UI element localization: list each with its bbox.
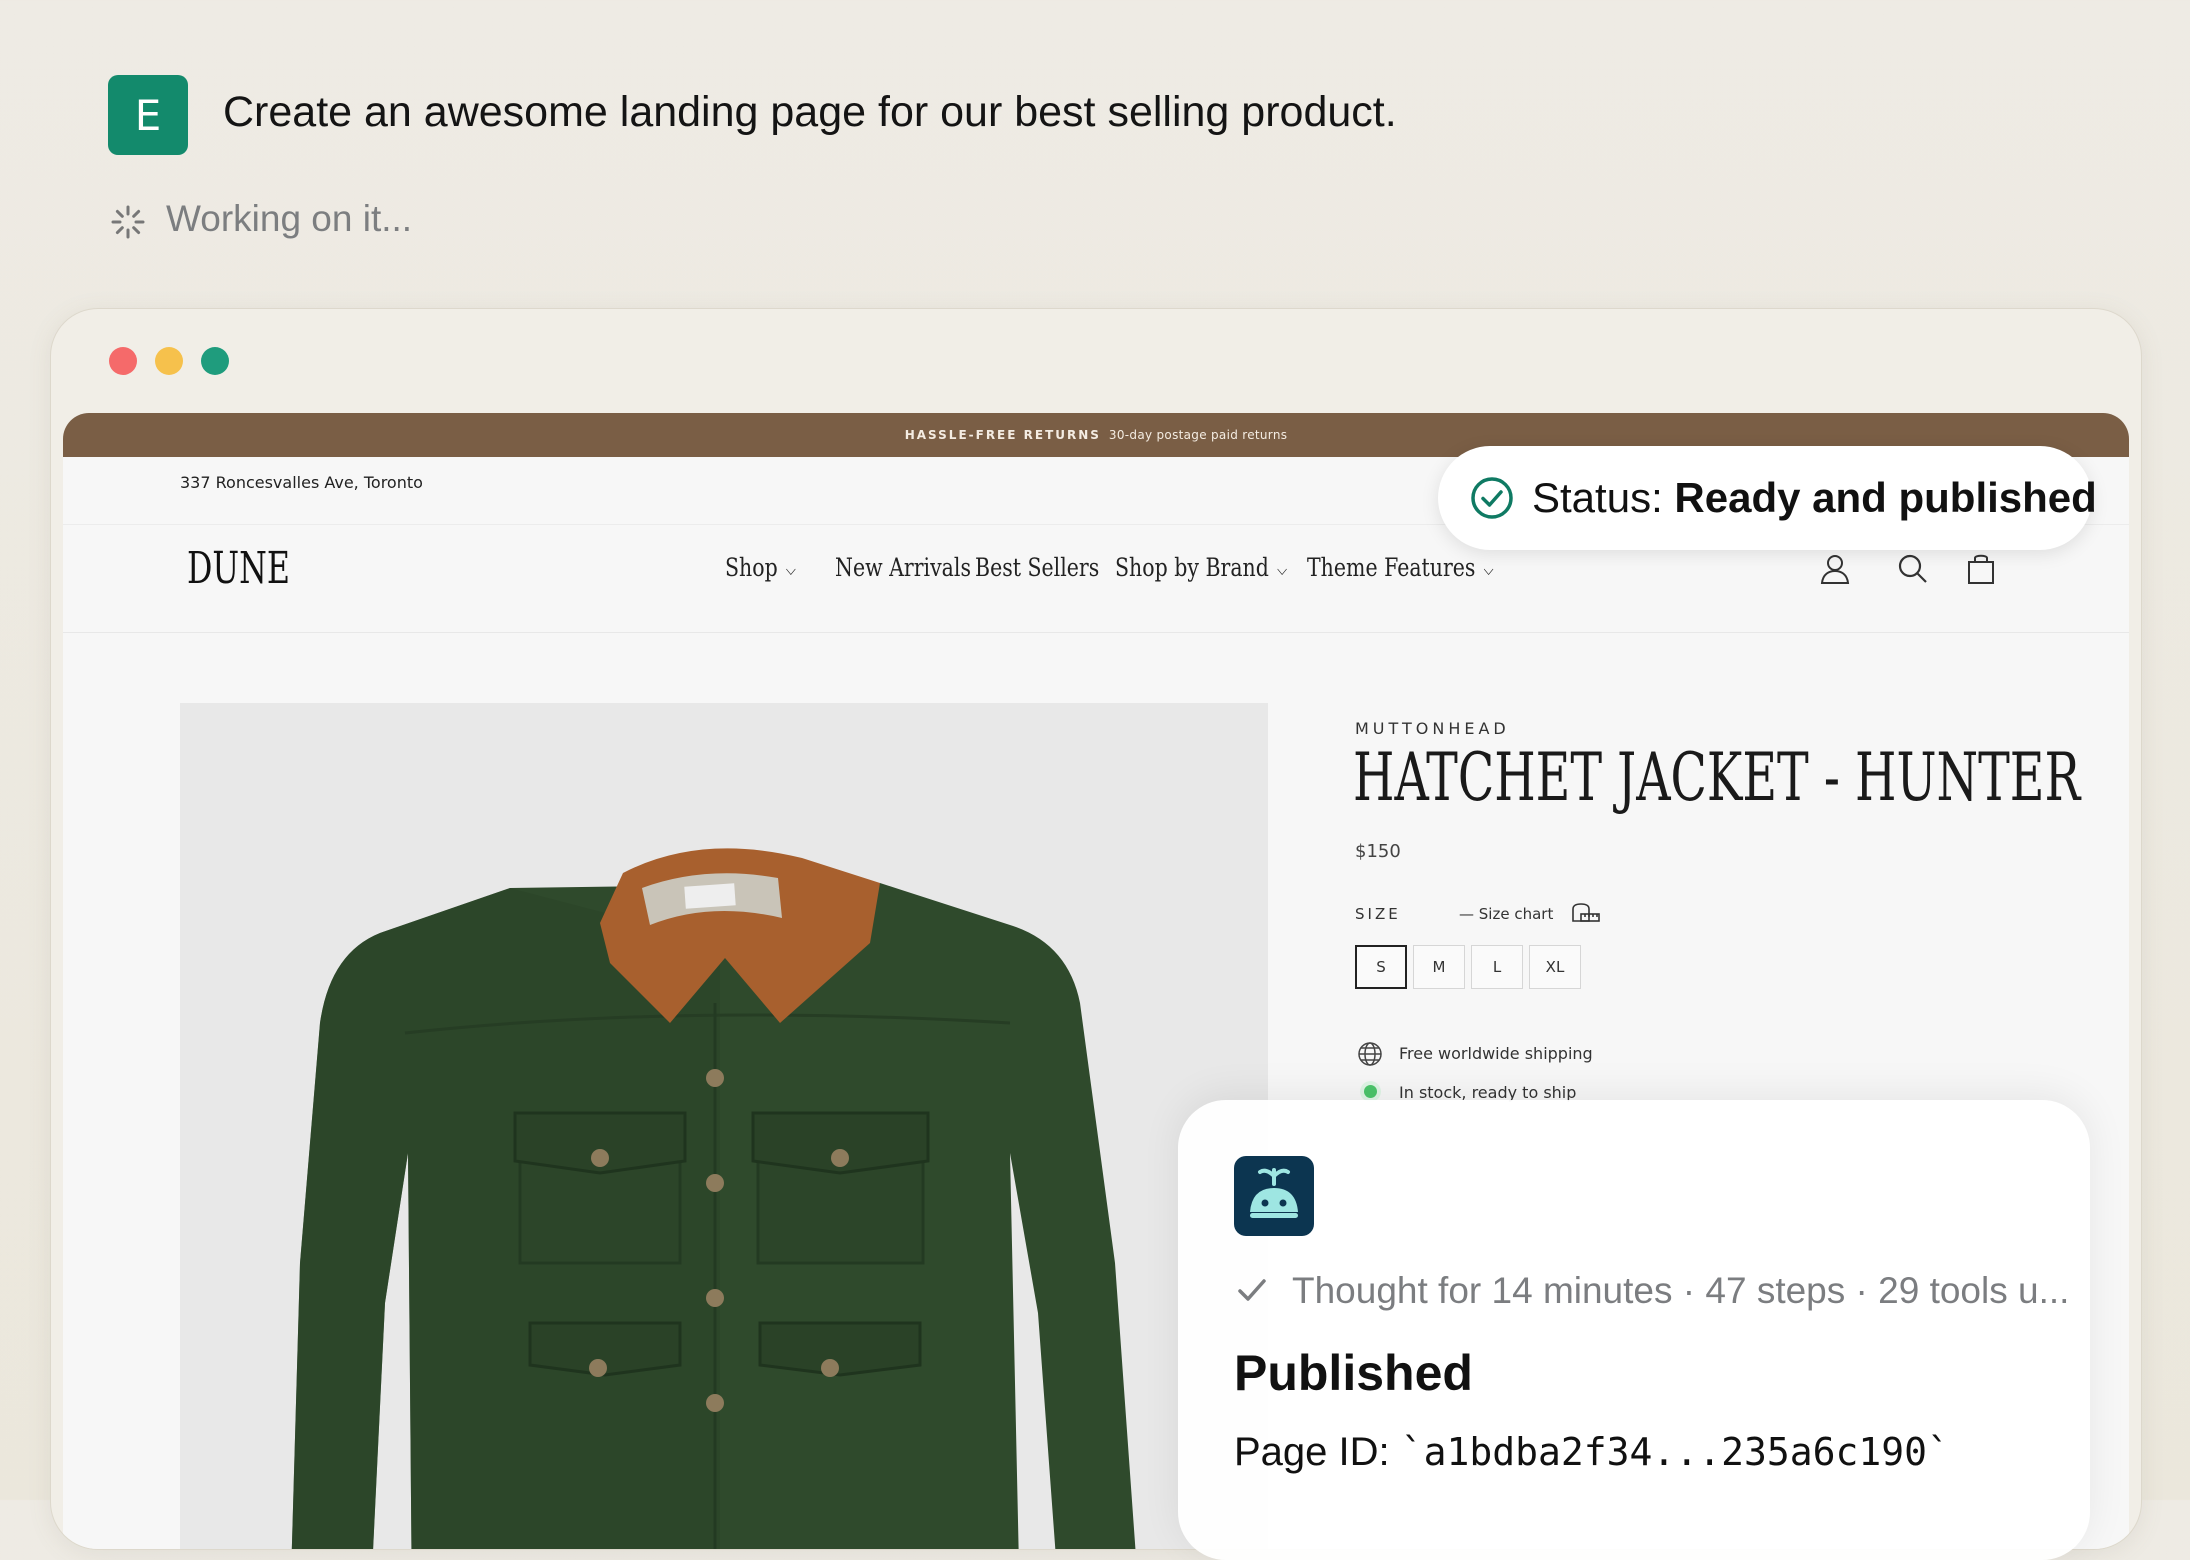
search-icon[interactable] bbox=[1895, 551, 1931, 587]
chevron-down-icon: ⌵ bbox=[1483, 559, 1494, 579]
size-label: SIZE bbox=[1355, 905, 1401, 923]
check-circle-icon bbox=[1471, 477, 1513, 519]
window-minimize-button[interactable] bbox=[155, 347, 183, 375]
thought-text: Thought for 14 minutes · 47 steps · 29 t… bbox=[1292, 1270, 2070, 1311]
page-id: Page ID: `a1bdba2f34...235a6c190` bbox=[1234, 1430, 1950, 1474]
ruler-icon bbox=[1572, 903, 1600, 922]
product-title: HATCHET JACKET - HUNTER bbox=[1353, 739, 2081, 816]
prompt-text: Create an awesome landing page for our b… bbox=[223, 88, 1397, 136]
chevron-down-icon: ⌵ bbox=[1277, 559, 1288, 579]
product-price: $150 bbox=[1355, 841, 1401, 862]
check-icon bbox=[1238, 1279, 1266, 1301]
divider bbox=[63, 632, 2129, 633]
agent-result-card: Thought for 14 minutes · 47 steps · 29 t… bbox=[1178, 1100, 2090, 1560]
nav-item-theme-features[interactable]: Theme Features ⌵ bbox=[1307, 553, 1494, 582]
cart-icon[interactable] bbox=[1963, 551, 1999, 587]
working-status: Working on it... bbox=[166, 198, 413, 239]
product-image[interactable] bbox=[180, 703, 1268, 1549]
announcement-strong: HASSLE-FREE RETURNS bbox=[904, 428, 1101, 442]
size-option-s[interactable]: S bbox=[1355, 945, 1407, 989]
page-id-value: `a1bdba2f34...235a6c190` bbox=[1400, 1430, 1950, 1474]
window-close-button[interactable] bbox=[109, 347, 137, 375]
agent-logo bbox=[1234, 1156, 1314, 1236]
size-option-l[interactable]: L bbox=[1471, 945, 1523, 989]
chevron-down-icon: ⌵ bbox=[785, 559, 796, 579]
nav-item-shop[interactable]: Shop ⌵ bbox=[725, 553, 796, 582]
jacket-illustration bbox=[291, 848, 1136, 1549]
nav-item-shop-by-brand[interactable]: Shop by Brand ⌵ bbox=[1115, 553, 1287, 582]
status-badge: Status: Ready and published bbox=[1438, 446, 2097, 550]
nav-item-best-sellers[interactable]: Best Sellers bbox=[975, 553, 1099, 582]
shipping-info: Free worldwide shipping bbox=[1399, 1044, 1593, 1063]
status-text: Status: Ready and published bbox=[1532, 474, 2097, 521]
size-option-m[interactable]: M bbox=[1413, 945, 1465, 989]
user-avatar: E bbox=[108, 75, 188, 155]
stock-indicator-icon bbox=[1364, 1085, 1377, 1098]
nav-item-new-arrivals[interactable]: New Arrivals bbox=[835, 553, 971, 582]
account-icon[interactable] bbox=[1817, 551, 1853, 587]
announcement-text: 30-day postage paid returns bbox=[1108, 428, 1288, 442]
published-heading: Published bbox=[1234, 1345, 1473, 1401]
status-value: Ready and published bbox=[1674, 474, 2097, 521]
size-options: S M L XL bbox=[1355, 945, 1581, 989]
globe-icon bbox=[1358, 1042, 1382, 1066]
product-vendor[interactable]: MUTTONHEAD bbox=[1355, 719, 1510, 738]
spinner-icon bbox=[111, 205, 145, 239]
size-chart-link[interactable]: — Size chart bbox=[1459, 905, 1553, 923]
window-maximize-button[interactable] bbox=[201, 347, 229, 375]
whale-icon bbox=[1250, 1168, 1298, 1218]
size-option-xl[interactable]: XL bbox=[1529, 945, 1581, 989]
store-address: 337 Roncesvalles Ave, Toronto bbox=[180, 473, 423, 492]
